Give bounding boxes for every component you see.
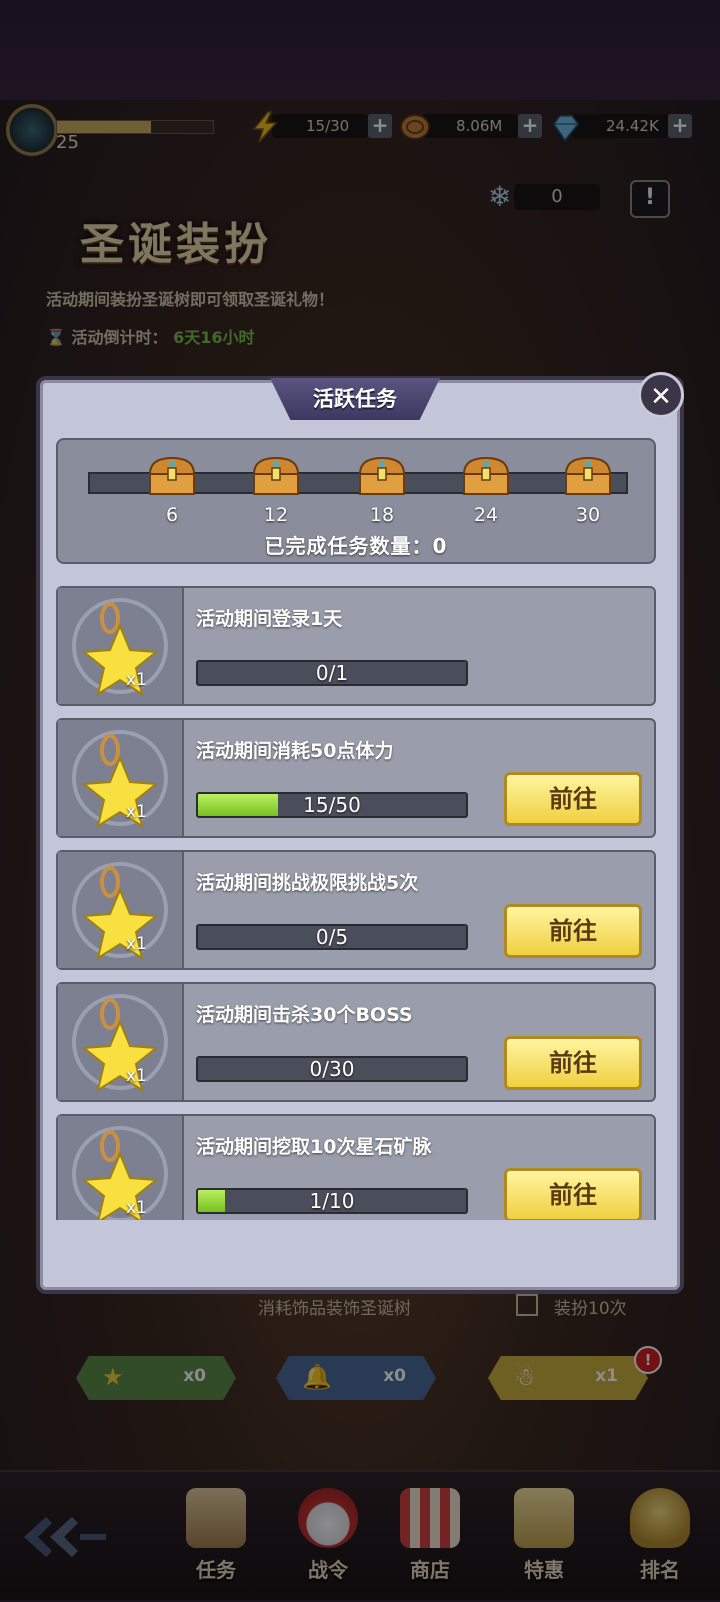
task-title: 活动期间挖取10次星石矿脉 (196, 1136, 432, 1158)
treasure-chest-icon[interactable] (460, 454, 512, 498)
milestone-label: 18 (369, 504, 395, 526)
treasure-chest-icon[interactable] (562, 454, 614, 498)
task-progress-text: 15/50 (303, 793, 361, 817)
task-progress-text: 0/1 (315, 661, 349, 685)
task-title: 活动期间击杀30个BOSS (196, 1004, 413, 1026)
task-progress-text: 0/5 (315, 925, 349, 949)
reward-slot[interactable]: x1 (58, 984, 184, 1100)
close-button[interactable]: ✕ (638, 372, 684, 418)
task-progress-bar: 1/10 (196, 1188, 468, 1214)
task-row: x1 活动期间挖取10次星石矿脉 1/10 前往 (56, 1114, 656, 1220)
reward-count: x1 (126, 1066, 147, 1086)
star-reward-icon (72, 1126, 168, 1220)
task-title: 活动期间挑战极限挑战5次 (196, 872, 419, 894)
go-button[interactable]: 前往 (504, 904, 642, 958)
milestone-label: 12 (263, 504, 289, 526)
task-progress-bar: 0/1 (196, 660, 468, 686)
task-progress-text: 1/10 (309, 1189, 355, 1213)
modal-title: 活跃任务 (270, 378, 440, 420)
task-title: 活动期间登录1天 (196, 608, 343, 630)
reward-slot[interactable]: x1 (58, 588, 184, 704)
treasure-chest-icon[interactable] (146, 454, 198, 498)
go-button[interactable]: 前往 (504, 1036, 642, 1090)
task-progress-bar: 15/50 (196, 792, 468, 818)
treasure-chest-icon[interactable] (250, 454, 302, 498)
star-reward-icon (72, 730, 168, 829)
milestone-label: 6 (165, 504, 179, 526)
reward-count: x1 (126, 934, 147, 954)
task-progress-bar: 0/30 (196, 1056, 468, 1082)
star-reward-icon (72, 994, 168, 1093)
go-button[interactable]: 前往 (504, 1168, 642, 1220)
task-progress-text: 0/30 (309, 1057, 355, 1081)
milestone-panel: 6 12 18 24 30 已完成任务数量：0 (56, 438, 656, 564)
reward-count: x1 (126, 802, 147, 822)
task-row: x1 活动期间击杀30个BOSS 0/30 前往 (56, 982, 656, 1102)
go-button[interactable]: 前往 (504, 772, 642, 826)
star-reward-icon (72, 598, 168, 697)
reward-count: x1 (126, 1198, 147, 1218)
completed-count-label: 已完成任务数量：0 (264, 534, 448, 558)
reward-slot[interactable]: x1 (58, 1116, 184, 1220)
reward-slot[interactable]: x1 (58, 720, 184, 836)
milestone-label: 30 (575, 504, 601, 526)
star-reward-icon (72, 862, 168, 961)
task-row: x1 活动期间消耗50点体力 15/50 前往 (56, 718, 656, 838)
reward-count: x1 (126, 670, 147, 690)
milestone-label: 24 (473, 504, 499, 526)
treasure-chest-icon[interactable] (356, 454, 408, 498)
task-title: 活动期间消耗50点体力 (196, 740, 394, 762)
task-row: x1 活动期间登录1天 0/1 (56, 586, 656, 706)
task-row: x1 活动期间挑战极限挑战5次 0/5 前往 (56, 850, 656, 970)
task-progress-bar: 0/5 (196, 924, 468, 950)
task-list[interactable]: x1 活动期间登录1天 0/1 x1 活动期间消耗50点体力 15/50 前往 x1 活动期间挑… (56, 586, 656, 1220)
reward-slot[interactable]: x1 (58, 852, 184, 968)
